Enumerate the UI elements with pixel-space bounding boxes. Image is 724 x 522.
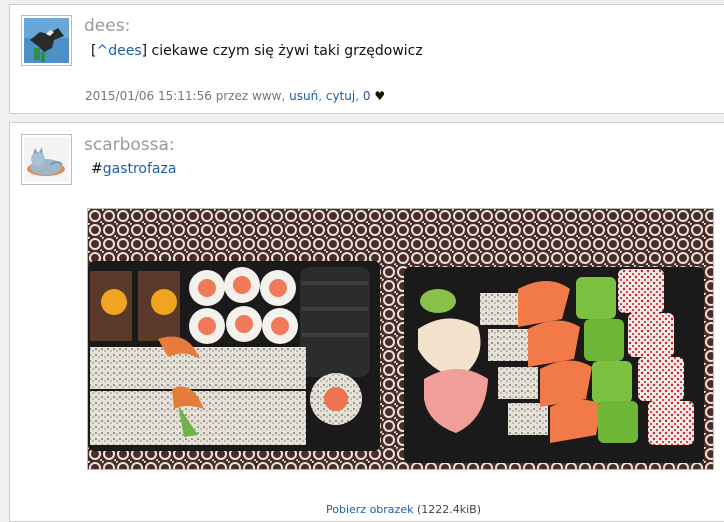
post: dees: [^dees] ciekawe czym się żywi taki… xyxy=(9,4,724,114)
delete-link[interactable]: usuń xyxy=(289,89,318,103)
post-content: #gastrofaza xyxy=(91,161,176,177)
timestamp: 2015/01/06 15:11:56 xyxy=(85,89,212,103)
quote-link[interactable]: cytuj xyxy=(326,89,355,103)
eagle-icon xyxy=(24,18,69,63)
cat-icon xyxy=(24,137,69,182)
avatar[interactable] xyxy=(21,134,72,185)
hash-symbol: # xyxy=(91,161,103,177)
username[interactable]: dees: xyxy=(84,16,130,36)
post-content: [^dees] ciekawe czym się żywi taki grzęd… xyxy=(91,43,423,59)
image-size: (1222.4kiB) xyxy=(416,503,482,516)
author-text: przez www, xyxy=(215,89,286,103)
post-text: ciekawe czym się żywi taki grzędowicz xyxy=(147,43,423,59)
tag-link[interactable]: gastrofaza xyxy=(103,161,177,177)
like-count[interactable]: 0 xyxy=(363,89,371,103)
avatar[interactable] xyxy=(21,15,72,66)
post: scarbossa: #gastrofaza Pobierz obrazek (… xyxy=(9,122,724,522)
download-image-link[interactable]: Pobierz obrazek xyxy=(326,503,413,516)
post-image[interactable] xyxy=(87,208,714,470)
post-meta: 2015/01/06 15:11:56 przez www, usuń, cyt… xyxy=(85,89,386,103)
heart-icon[interactable]: ♥ xyxy=(374,89,385,103)
mention-link[interactable]: ^dees xyxy=(96,43,141,59)
image-caption: Pobierz obrazek (1222.4kiB) xyxy=(326,503,481,516)
username[interactable]: scarbossa: xyxy=(84,135,175,155)
